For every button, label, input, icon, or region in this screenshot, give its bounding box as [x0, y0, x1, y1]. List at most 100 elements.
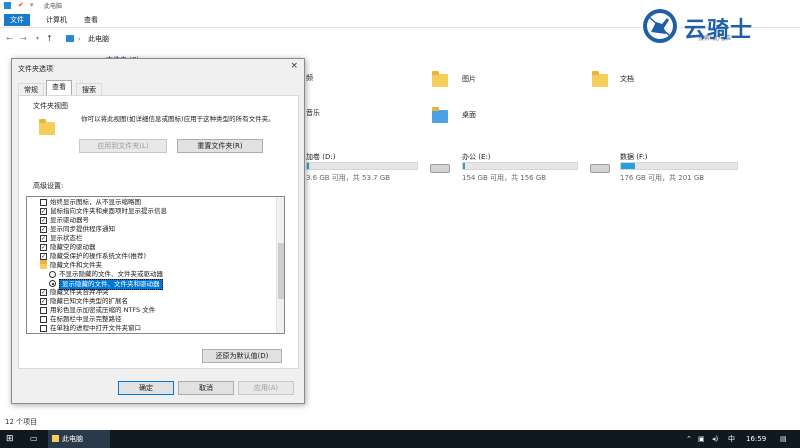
- ime-indicator[interactable]: 中: [728, 430, 735, 448]
- checkbox-checked[interactable]: ✓: [40, 217, 47, 224]
- app-icon: [4, 2, 11, 9]
- taskbar-explorer[interactable]: 此电脑: [48, 430, 110, 448]
- checkbox-unchecked[interactable]: [40, 307, 47, 314]
- network-icon[interactable]: ▣: [698, 430, 705, 448]
- advanced-settings-list[interactable]: 始终显示图标，从不显示缩略图 ✓ 鼠标指向文件夹和桌面项时显示提示信息 ✓ 显示驱动器号…: [26, 196, 285, 334]
- folder-desktop[interactable]: 桌面: [432, 104, 512, 134]
- volume-icon[interactable]: ◂): [712, 430, 718, 448]
- hard-drive-icon: [430, 164, 450, 173]
- up-arrow-icon[interactable]: ↑: [44, 33, 55, 45]
- taskbar-app-label: 此电脑: [62, 435, 83, 443]
- checkbox-checked[interactable]: ✓: [40, 289, 47, 296]
- start-windows-icon[interactable]: ⊞: [6, 430, 14, 448]
- ribbon-tab-view[interactable]: 查看: [78, 14, 104, 26]
- option-label: 在单独的进程中打开文件夹窗口: [50, 324, 141, 332]
- ok-button[interactable]: 确定: [118, 381, 174, 395]
- watermark-logo: 云骑士: [640, 6, 790, 46]
- folder-icon: [592, 71, 608, 87]
- checkbox-checked[interactable]: ✓: [40, 235, 47, 242]
- scrollbar-thumb[interactable]: [278, 243, 284, 299]
- recent-dropdown-icon[interactable]: ▾: [32, 33, 43, 45]
- radio-selected[interactable]: [49, 280, 56, 287]
- folder-name: 文档: [620, 75, 634, 83]
- checkbox-checked[interactable]: ✓: [40, 244, 47, 251]
- checkbox-unchecked[interactable]: [40, 316, 47, 323]
- option-label: 在标题栏中显示完整路径: [50, 315, 122, 323]
- checkbox-unchecked[interactable]: [40, 199, 47, 206]
- folder-label-videos[interactable]: 频: [306, 73, 313, 83]
- dropdown-icon[interactable]: ▾: [30, 1, 34, 9]
- option-label: 显示驱动器号: [50, 216, 89, 224]
- drive-f[interactable]: 数据 (F:) 176 GB 可用，共 201 GB: [590, 152, 740, 186]
- ribbon-tab-file[interactable]: 文件: [4, 14, 30, 26]
- computer-icon: [66, 35, 74, 42]
- checkbox-checked[interactable]: ✓: [40, 226, 47, 233]
- folder-views-group-title: 文件夹视图: [33, 102, 68, 110]
- folder-icon: [432, 71, 448, 87]
- breadcrumb-chevron-icon[interactable]: ›: [78, 32, 81, 46]
- tab-view[interactable]: 查看: [46, 80, 72, 95]
- notification-icon[interactable]: ▤: [780, 430, 787, 448]
- desktop-folder-icon: [432, 107, 448, 123]
- tab-search[interactable]: 搜索: [76, 83, 102, 95]
- drive-usage-bar: [462, 162, 578, 170]
- tray-chevron-icon[interactable]: ⌃: [686, 430, 692, 448]
- option-label: 隐藏受保护的操作系统文件(推荐): [50, 252, 147, 260]
- drive-usage-bar: [620, 162, 738, 170]
- reset-folders-button[interactable]: 重置文件夹(R): [177, 139, 263, 153]
- option-label: 隐藏空的驱动器: [50, 243, 96, 251]
- drive-name: 数据 (F:): [620, 153, 648, 161]
- option-label: 不显示隐藏的文件、文件夹或驱动器: [59, 270, 163, 278]
- folder-documents[interactable]: 文档: [592, 70, 672, 100]
- drive-e[interactable]: 办公 (E:) 154 GB 可用，共 156 GB: [430, 152, 578, 186]
- restore-defaults-button[interactable]: 还原为默认值(D): [202, 349, 282, 363]
- breadcrumb-this-pc[interactable]: 此电脑: [88, 32, 109, 46]
- clock[interactable]: 16:59: [746, 430, 766, 448]
- window-title: 此电脑: [44, 3, 63, 10]
- checkbox-checked[interactable]: ✓: [40, 298, 47, 305]
- option-label: 用彩色显示加密或压缩的 NTFS 文件: [50, 306, 156, 314]
- knight-logo-icon: [643, 9, 677, 43]
- checkbox-unchecked[interactable]: [40, 325, 47, 332]
- task-view-icon[interactable]: ▭: [30, 430, 38, 448]
- cancel-button[interactable]: 取消: [178, 381, 234, 395]
- back-arrow-icon[interactable]: ←: [4, 33, 15, 45]
- option-label: 隐藏已知文件类型的扩展名: [50, 297, 128, 305]
- option-label: 显示同步提供程序通知: [50, 225, 115, 233]
- folder-icon: [52, 435, 59, 442]
- scrollbar[interactable]: [276, 197, 284, 333]
- address-bar[interactable]: › 此电脑: [66, 32, 646, 46]
- option-label: 鼠标指向文件夹和桌面项时显示提示信息: [50, 207, 167, 215]
- radio-unselected[interactable]: [49, 271, 56, 278]
- option-label: 隐藏文件夹合并冲突: [50, 288, 109, 296]
- folder-label-music[interactable]: 音乐: [306, 108, 320, 118]
- hard-drive-icon: [590, 164, 610, 173]
- ribbon-tab-computer[interactable]: 计算机: [40, 14, 73, 26]
- watermark-text: 云骑士: [684, 18, 754, 43]
- folder-options-dialog: 文件夹选项 × 常规 查看 搜索 文件夹视图 你可以将此视图(如详细信息或图标)…: [11, 58, 305, 404]
- folder-name: 图片: [462, 75, 476, 83]
- checkbox-checked[interactable]: ✓: [40, 253, 47, 260]
- folder-pictures[interactable]: 图片: [432, 70, 512, 100]
- drive-usage-bar: [306, 162, 418, 170]
- option-label: 隐藏文件和文件夹: [50, 261, 102, 269]
- folder-views-description: 你可以将此视图(如详细信息或图标)应用于这种类型的所有文件夹。: [81, 115, 275, 123]
- folder-name: 桌面: [462, 111, 476, 119]
- dialog-title: 文件夹选项: [18, 65, 53, 73]
- apply-to-folders-button[interactable]: 应用到文件夹(L): [79, 139, 167, 153]
- folder-views-icon: [39, 116, 55, 138]
- drive-free-space: 176 GB 可用，共 201 GB: [620, 174, 705, 182]
- apply-button[interactable]: 应用(A): [238, 381, 294, 395]
- tab-general[interactable]: 常规: [18, 83, 44, 95]
- drive-d[interactable]: 加卷 (D:) 3.6 GB 可用，共 53.7 GB: [306, 152, 426, 186]
- advanced-settings-label: 高级设置:: [33, 182, 64, 190]
- quick-access-icon[interactable]: ✔: [18, 1, 24, 9]
- option-label: 显示状态栏: [50, 234, 83, 242]
- checkbox-checked[interactable]: ✓: [40, 208, 47, 215]
- forward-arrow-icon[interactable]: →: [18, 33, 29, 45]
- option-label: 始终显示图标，从不显示缩略图: [50, 198, 141, 206]
- status-bar: 12 个项目: [0, 416, 800, 428]
- taskbar: ⊞ ▭ 此电脑 ⌃ ▣ ◂) 中 16:59 ▤: [0, 430, 800, 448]
- drive-free-space: 154 GB 可用，共 156 GB: [462, 174, 547, 182]
- close-icon[interactable]: ×: [290, 61, 298, 71]
